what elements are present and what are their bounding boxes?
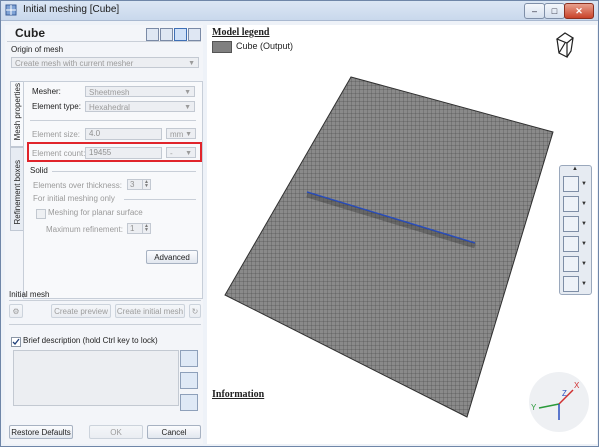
elements-over-thickness-stepper[interactable]: 3 ▲ ▼ [127, 179, 151, 190]
header-divider [7, 41, 201, 42]
cancel-button[interactable]: Cancel [147, 425, 201, 439]
initial-mesh-bottom-divider [9, 324, 201, 325]
model-viewport[interactable]: Model legend Cube (Output) Information ▲… [207, 25, 597, 444]
chevron-down-icon[interactable]: ▼ [581, 181, 587, 187]
window-title: Initial meshing [Cube] [23, 4, 120, 15]
planar-surface-label: Meshing for planar surface [48, 208, 143, 217]
copy-view-icon[interactable] [563, 196, 579, 212]
view-toolbar: ▲ ▼ ▼ ▼ ▼ ▼ ▼ [559, 165, 592, 295]
restore-defaults-button[interactable]: Restore Defaults [9, 425, 73, 439]
solid-section-label: Solid [30, 166, 48, 175]
y-axis-label: Y [531, 403, 537, 412]
create-initial-mesh-button[interactable]: Create initial mesh [115, 304, 185, 318]
chevron-down-icon[interactable]: ▼ [581, 281, 587, 287]
initial-meshing-only-label: For initial meshing only [33, 194, 115, 203]
chevron-down-icon: ▼ [184, 104, 191, 111]
initial-meshing-window: Initial meshing [Cube] – □ ✕ Cube Origin… [0, 0, 599, 447]
chevron-down-icon[interactable]: ▼ [581, 201, 587, 207]
element-size-unit: mm [170, 130, 184, 139]
target-icon[interactable] [563, 276, 579, 292]
ok-button[interactable]: OK [89, 425, 143, 439]
chevron-down-icon: ▼ [184, 89, 191, 96]
origin-of-mesh-select[interactable]: Create mesh with current mesher ▼ [11, 57, 199, 68]
elements-over-thickness-value: 3 [130, 180, 135, 189]
mesh-properties-panel: Mesher: Sheetmesh ▼ Element type: Hexahed… [23, 81, 203, 299]
elements-over-thickness-label: Elements over thickness: [33, 181, 122, 190]
maximize-button[interactable]: □ [544, 3, 565, 19]
maximum-refinement-value: 1 [130, 224, 135, 233]
advanced-button[interactable]: Advanced [146, 250, 198, 264]
chevron-down-icon: ▼ [188, 60, 195, 67]
chevron-down-icon[interactable]: ▼ [581, 261, 587, 267]
help-icon[interactable] [188, 28, 201, 41]
brief-description-textarea[interactable] [13, 350, 179, 406]
origin-of-mesh-label: Origin of mesh [11, 45, 64, 54]
element-size-field[interactable]: 4.0 [85, 128, 162, 140]
wireframe-view-icon[interactable] [146, 28, 159, 41]
brief-description-label: Brief description (hold Ctrl key to lock… [23, 336, 158, 345]
minimize-button[interactable]: – [524, 3, 545, 19]
fit-view-icon[interactable] [563, 216, 579, 232]
meshing-dialog-panel: Cube Origin of mesh Create mesh with cur… [5, 25, 203, 444]
solid-divider [52, 171, 196, 172]
maximum-refinement-label: Maximum refinement: [46, 225, 123, 234]
stepper-arrows-icon[interactable]: ▲ ▼ [142, 180, 150, 189]
title-bar: Initial meshing [Cube] – □ ✕ [1, 1, 598, 21]
mesher-label: Mesher: [32, 87, 61, 96]
mesh-view-icon[interactable] [174, 28, 187, 41]
initial-mesh-label: Initial mesh [9, 290, 50, 299]
axis-triad[interactable]: X Y Z [527, 370, 591, 434]
mesher-value: Sheetmesh [89, 88, 130, 97]
origin-of-mesh-value: Create mesh with current mesher [15, 59, 134, 68]
view-mode-toolbar [145, 28, 201, 41]
element-type-select[interactable]: Hexahedral ▼ [85, 101, 195, 112]
close-button[interactable]: ✕ [564, 3, 594, 19]
wrench-icon[interactable] [563, 256, 579, 272]
initial-mesh-divider [9, 300, 201, 301]
brief-description-checkbox[interactable] [11, 337, 21, 347]
refresh-icon[interactable]: ↻ [189, 304, 201, 318]
section-view-icon[interactable] [563, 236, 579, 252]
shaded-view-icon[interactable] [160, 28, 173, 41]
app-icon [5, 4, 17, 16]
section-divider [30, 120, 196, 121]
tab-mesh-properties-label: Mesh properties [13, 82, 22, 140]
checkmark-icon [12, 338, 20, 345]
chevron-down-icon[interactable]: ▼ [581, 241, 587, 247]
maximum-refinement-stepper[interactable]: 1 ▲ ▼ [127, 223, 151, 234]
x-axis-label: X [574, 381, 580, 390]
stepper-arrows-icon[interactable]: ▲ ▼ [142, 224, 150, 233]
element-size-label: Element size: [32, 130, 81, 139]
element-type-value: Hexahedral [89, 103, 130, 112]
collapse-toolbar-icon[interactable]: ▲ [572, 166, 578, 172]
element-size-unit-select[interactable]: mm ▼ [166, 128, 196, 139]
chevron-down-icon: ▼ [185, 131, 192, 138]
print-description-icon[interactable] [180, 372, 198, 389]
z-axis-label: Z [562, 389, 567, 398]
element-type-label: Element type: [32, 102, 81, 111]
planar-surface-checkbox[interactable] [36, 209, 46, 219]
object-header: Cube [5, 26, 203, 41]
object-name: Cube [15, 26, 45, 40]
mesher-select[interactable]: Sheetmesh ▼ [85, 86, 195, 97]
chevron-down-icon[interactable]: ▼ [581, 221, 587, 227]
vertical-tabs: Mesh properties Refinement boxes [10, 81, 26, 251]
create-preview-button[interactable]: Create preview [51, 304, 111, 318]
information-title: Information [212, 389, 265, 400]
copy-description-icon[interactable] [180, 350, 198, 367]
tab-refinement-boxes-label: Refinement boxes [13, 159, 22, 224]
initial-only-divider [124, 199, 196, 200]
settings-gear-icon[interactable]: ⚙ [9, 304, 23, 318]
measure-icon[interactable] [563, 176, 579, 192]
element-count-highlight [27, 142, 202, 162]
show-description-icon[interactable] [180, 394, 198, 411]
